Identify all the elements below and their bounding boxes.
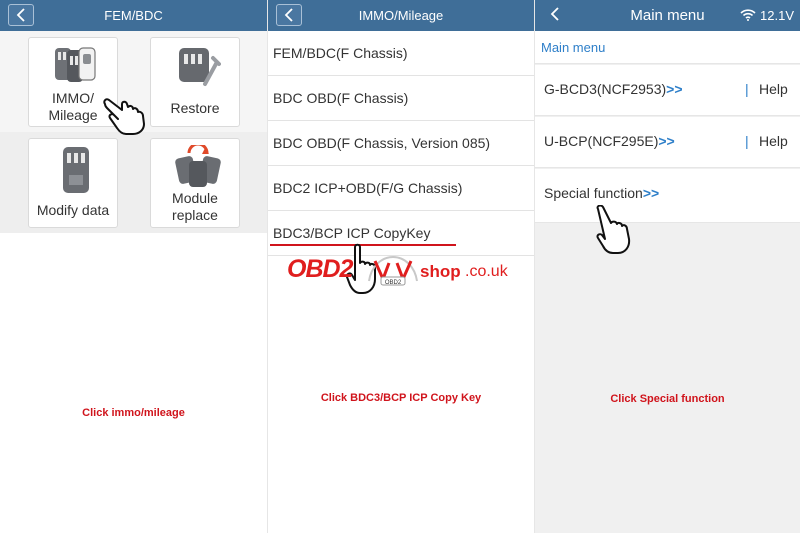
separator: |	[745, 133, 749, 149]
menu-row-special-function[interactable]: Special function>>	[535, 169, 800, 223]
header-bar: FEM/BDC	[0, 0, 267, 31]
main-menu-screen: Main menu 12.1V Main menu G-BCD3(NCF2953…	[534, 0, 800, 533]
chevron-left-icon	[284, 8, 293, 22]
obd2shop-watermark: OBD2 OBD2 shop .co.uk	[287, 251, 527, 291]
fem-bdc-screen: FEM/BDC IMMO/Mileage Restore Modify data…	[0, 0, 267, 533]
list-item[interactable]: BDC OBD(F Chassis)	[268, 76, 534, 121]
restore-tile[interactable]: Restore	[150, 37, 240, 127]
list-item[interactable]: FEM/BDC(F Chassis)	[268, 31, 534, 76]
breadcrumb: Main menu	[535, 31, 800, 64]
back-button[interactable]	[543, 4, 569, 26]
watermark-brand: OBD2	[287, 255, 353, 283]
svg-text:OBD2: OBD2	[385, 280, 402, 286]
tile-label: Modify data	[36, 202, 110, 218]
help-link[interactable]: Help	[759, 81, 788, 97]
instruction-caption: Click immo/mileage	[82, 407, 185, 419]
tile-label: Restore	[170, 100, 220, 116]
instruction-caption: Click BDC3/BCP ICP Copy Key	[320, 392, 482, 404]
pointing-hand-icon	[596, 205, 631, 254]
help-link[interactable]: Help	[759, 133, 788, 149]
modify-data-tile[interactable]: Modify data	[28, 138, 118, 228]
back-button[interactable]	[276, 4, 302, 26]
pointing-hand-icon	[103, 98, 145, 135]
separator: |	[745, 81, 749, 97]
menu-row-u-bcp[interactable]: U-BCP(NCF295E)>> | Help	[535, 117, 800, 168]
restore-icon	[179, 48, 221, 86]
back-button[interactable]	[8, 4, 34, 26]
list-item[interactable]: BDC2 ICP+OBD(F/G Chassis)	[268, 166, 534, 211]
chevron-left-icon	[550, 7, 559, 21]
watermark-domain: .co.uk	[465, 263, 508, 280]
list-item[interactable]: BDC OBD(F Chassis, Version 085)	[268, 121, 534, 166]
chevron-left-icon	[16, 8, 25, 22]
car-logo-icon: OBD2	[368, 255, 418, 286]
screen-title: FEM/BDC	[104, 8, 163, 23]
module-replace-icon	[175, 145, 221, 187]
key-icon	[55, 47, 96, 82]
header-bar: Main menu 12.1V	[535, 0, 800, 31]
voltage-readout: 12.1V	[760, 8, 794, 23]
wifi-icon	[740, 9, 756, 21]
watermark-shop: shop	[420, 262, 461, 281]
header-bar: IMMO/Mileage	[268, 0, 534, 31]
menu-row-g-bcd3[interactable]: G-BCD3(NCF2953)>> | Help	[535, 65, 800, 116]
module-icon	[63, 147, 89, 193]
module-replace-tile[interactable]: Module replace	[150, 138, 240, 228]
tile-label: Module replace	[172, 190, 218, 223]
screen-title: IMMO/Mileage	[358, 8, 444, 23]
instruction-caption: Click Special function	[610, 393, 725, 405]
list-item[interactable]: BDC3/BCP ICP CopyKey	[268, 211, 534, 256]
